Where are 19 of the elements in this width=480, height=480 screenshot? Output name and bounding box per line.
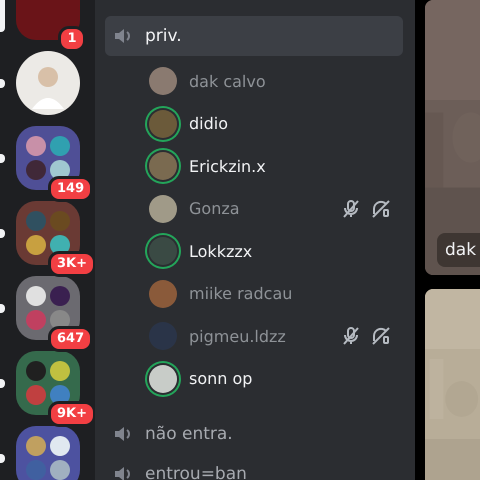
voice-channel[interactable]: não entra. — [105, 414, 403, 454]
user-name: dak calvo — [189, 72, 267, 91]
user-name: Gonza — [189, 199, 241, 218]
user-name: sonn op — [189, 369, 254, 388]
voice-channel[interactable]: priv. — [105, 16, 403, 56]
server-folder[interactable] — [16, 426, 80, 480]
unread-count: 1 — [58, 26, 86, 52]
user-name: Lokkzzx — [189, 242, 254, 261]
unread-count: 3K+ — [48, 251, 95, 277]
unread-count: 9K+ — [48, 401, 95, 427]
user-name: miike radcau — [189, 284, 294, 304]
speaker-icon — [113, 424, 133, 444]
speaker-icon — [113, 464, 133, 480]
user-name: pigmeu.ldzz — [189, 326, 287, 346]
voice-channel[interactable]: entrou=ban — [105, 454, 403, 480]
speaker-icon — [113, 26, 133, 46]
user-name: didio — [189, 114, 229, 134]
participant-name: dak — [437, 233, 480, 267]
user-name: Erickzin.x — [189, 156, 267, 176]
